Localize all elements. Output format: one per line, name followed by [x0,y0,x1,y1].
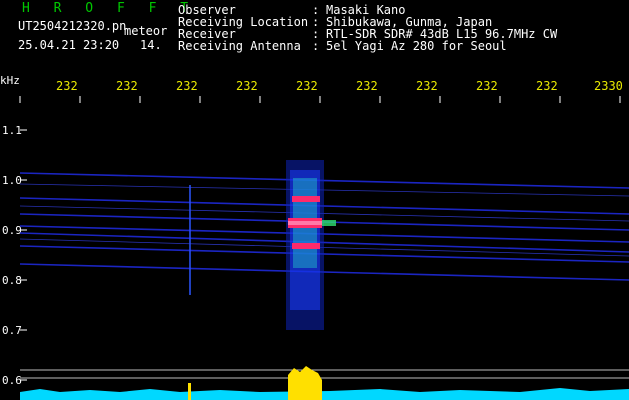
power-spike [188,383,191,400]
power-trace-noise [20,388,629,400]
meteor-echo [286,160,336,330]
spectrogram-screen: H R O F F T UT2504212320.pn meteor 25.04… [0,0,629,400]
carrier-trace [19,263,629,281]
carrier-trace [19,205,629,222]
carrier-trace [19,197,629,215]
power-burst [288,366,322,400]
spectrogram-plot [19,96,629,400]
